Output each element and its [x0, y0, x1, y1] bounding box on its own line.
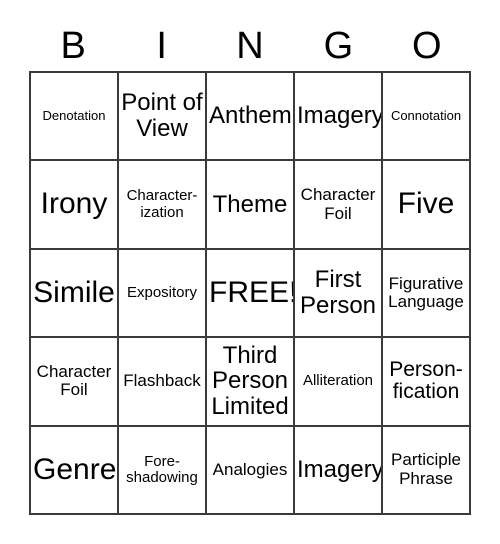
bingo-square-label: Character- ization — [126, 187, 198, 221]
bingo-square[interactable]: Character- ization — [119, 161, 207, 250]
bingo-square[interactable]: Figurative Language — [383, 249, 471, 339]
bingo-grid: Denotation Point of View Anthem Imagery Conn… — [29, 71, 471, 515]
bingo-square-label: Character Foil — [300, 185, 376, 223]
bingo-square[interactable]: Imagery — [295, 426, 383, 515]
bingo-square[interactable]: Genre — [31, 426, 119, 515]
bingo-square[interactable]: Person- fication — [383, 338, 471, 427]
bingo-square-label: Flashback — [123, 371, 201, 391]
bingo-square-label: Anthem — [209, 102, 292, 130]
bingo-square[interactable]: Theme — [207, 161, 295, 250]
bingo-square-label: Imagery — [297, 102, 383, 130]
bingo-square-label: Theme — [212, 190, 288, 218]
bingo-square[interactable]: Fore- shadowing — [119, 426, 207, 515]
header-letter-b: B — [60, 25, 86, 67]
bingo-square-label: Person- fication — [389, 357, 463, 404]
bingo-square-label: Figurative Language — [388, 273, 464, 311]
bingo-square[interactable]: Analogies — [207, 426, 295, 515]
header-letter-g: G — [323, 25, 354, 67]
bingo-square-label: FREE! — [209, 275, 295, 309]
bingo-square-label: Denotation — [42, 108, 106, 124]
bingo-square-label: Genre — [33, 452, 117, 486]
bingo-square[interactable]: Alliteration — [295, 338, 383, 427]
bingo-square-label: Character Foil — [36, 362, 112, 400]
bingo-square[interactable]: Irony — [31, 161, 119, 250]
bingo-square[interactable]: Flashback — [119, 338, 207, 427]
bingo-square-label: Five — [397, 187, 455, 221]
bingo-square[interactable]: Expository — [119, 249, 207, 339]
bingo-square[interactable]: Point of View — [119, 73, 207, 162]
bingo-square-label: Point of View — [121, 89, 203, 143]
bingo-square-label: Fore- shadowing — [126, 452, 198, 486]
bingo-square-label: Connotation — [390, 108, 462, 124]
bingo-square-label: Expository — [126, 283, 198, 301]
bingo-square-label: Analogies — [212, 459, 288, 479]
bingo-square[interactable]: Participle Phrase — [383, 426, 471, 515]
bingo-square-label: Simile — [33, 275, 115, 309]
header-letter-o: O — [412, 25, 442, 67]
bingo-square[interactable]: Character Foil — [295, 161, 383, 250]
bingo-card: B I N G O Denotation Point of View Anthem I… — [0, 0, 500, 544]
header-letter-n: N — [236, 25, 264, 67]
bingo-square[interactable]: Imagery — [295, 73, 383, 162]
bingo-square[interactable]: Five — [383, 161, 471, 250]
bingo-square[interactable]: Denotation — [31, 73, 119, 162]
bingo-square[interactable]: Connotation — [383, 73, 471, 162]
bingo-square[interactable]: FREE! — [207, 249, 295, 339]
header-letter-i: I — [156, 25, 167, 67]
bingo-square-label: Participle Phrase — [391, 450, 461, 488]
bingo-square-label: First Person — [299, 266, 377, 319]
bingo-square[interactable]: Simile — [31, 249, 119, 339]
bingo-square[interactable]: Character Foil — [31, 338, 119, 427]
bingo-square[interactable]: Anthem — [207, 73, 295, 162]
bingo-square-label: Alliteration — [302, 372, 374, 390]
bingo-square[interactable]: Third Person Limited — [207, 338, 295, 427]
bingo-square-label: Irony — [40, 187, 108, 221]
bingo-header: B I N G O — [29, 22, 471, 70]
bingo-square-label: Third Person Limited — [211, 341, 289, 421]
bingo-square-label: Imagery — [297, 455, 383, 483]
bingo-square[interactable]: First Person — [295, 249, 383, 339]
